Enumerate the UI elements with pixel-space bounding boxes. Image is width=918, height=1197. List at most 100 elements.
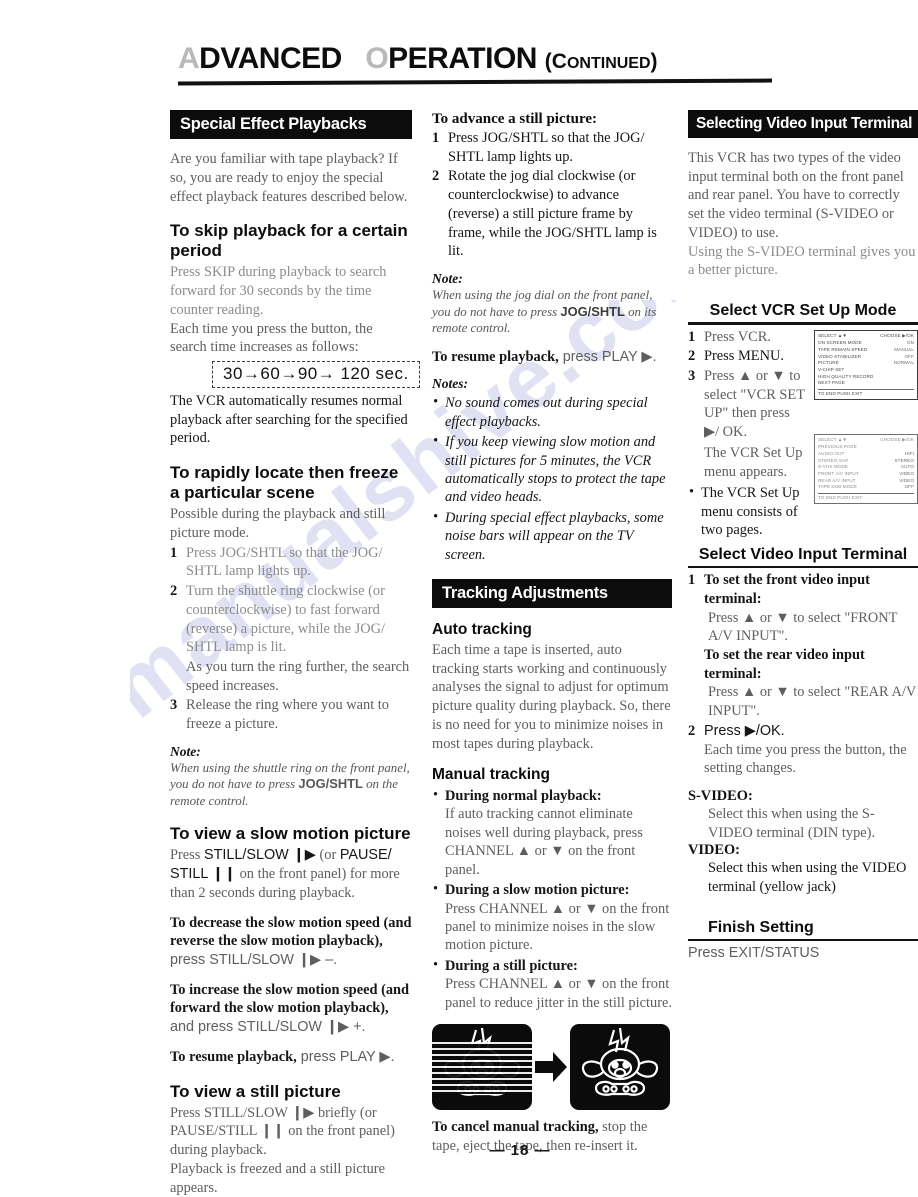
section-header-special-effect-playbacks: Special Effect Playbacks [170, 110, 412, 140]
list-item: During a slow motion picture: Press CHAN… [432, 880, 672, 955]
osd-row: V-CHIP SET [818, 366, 845, 372]
title-advanced: DVANCED [199, 42, 342, 75]
osd-row: TAPE REMAIN SPEED MANUAL [818, 346, 914, 352]
list-item: The VCR Set Up menu consists of two page… [688, 483, 806, 539]
slow-motion-body: Press STILL/SLOW ❙▶ (or PAUSE/ STILL ❙❙ … [170, 847, 400, 901]
character-outline-icon [581, 1027, 659, 1096]
page-number: — 18 — [489, 1142, 551, 1159]
list-item: During normal playback: If auto tracking… [432, 786, 672, 879]
osd-select-hint: SELECT ▲▼ [818, 436, 848, 442]
setup-bullet-list: The VCR Set Up menu consists of two page… [688, 483, 806, 539]
freeze-intro: Possible during the playback and still p… [170, 506, 386, 541]
video-input-intro-1: This VCR has two types of the video inpu… [688, 150, 904, 241]
osd-row: FRONT A/V INPUT VIDEO [818, 470, 914, 476]
notes-list: No sound comes out during special effect… [432, 393, 672, 564]
video-body: Select this when using the VIDEO termina… [708, 860, 907, 896]
heading-select-vcr-setup-mode: Select VCR Set Up Mode [709, 302, 897, 320]
list-item: 2 Press ▶/OK. Each time you press the bu… [688, 722, 918, 778]
list-item: No sound comes out during special effect… [432, 393, 672, 431]
heading-manual-tracking: Manual tracking [432, 766, 550, 784]
osd-footer: TO END PUSH EXIT [818, 388, 914, 398]
arrow-right-icon [534, 1050, 568, 1084]
freeze-steps-list: 1 Press JOG/SHTL so that the JOG/ SHTL la… [170, 544, 412, 734]
list-item: 3 Press ▲ or ▼ to select "VCR SET UP" the… [688, 368, 805, 441]
heading-auto-tracking: Auto tracking [432, 621, 532, 639]
heading-finish-setting: Finish Setting [708, 918, 814, 936]
osd-footer: TO END PUSH EXIT [818, 492, 914, 502]
osd-row: AUDIO OUT HIFI [818, 450, 914, 456]
page-title: ADVANCED OPERATION (CONTINUED) [178, 44, 778, 74]
list-item: 1 Press VCR. [688, 328, 771, 345]
terminal-step2-body: Each time you press the button, the sett… [704, 741, 907, 777]
title-faded-o: O [365, 42, 389, 75]
list-item: 3 Release the ring where you want to free… [170, 697, 390, 733]
auto-tracking-body: Each time a tape is inserted, auto track… [432, 641, 671, 752]
svideo-label: S-VIDEO: [688, 788, 753, 805]
osd-row: TAPE DUB MODE OFF [818, 484, 914, 490]
skip-paragraph-3: The VCR automatically resumes normal pla… [170, 392, 408, 447]
page-header: ADVANCED OPERATION (CONTINUED) [178, 44, 778, 86]
finish-setting-body: Press EXIT/STATUS [688, 945, 820, 962]
terminal-front-body: Press ▲ or ▼ to select "FRONT A/V INPUT"… [708, 609, 898, 645]
right-column: Selecting Video Input Terminal This VCR … [688, 110, 918, 963]
osd-menu-page-1: SELECT ▲▼ CHOOSE ▶/OK ON SCREEN MODE ON T… [814, 329, 918, 401]
left-column: Special Effect Playbacks Are you familia… [170, 110, 420, 1197]
osd-choose-hint: CHOOSE ▶/OK [880, 332, 914, 338]
list-item: During a still picture: Press CHANNEL ▲ … [432, 956, 672, 1012]
setup-menu-appears: The VCR Set Up menu appears. [704, 444, 803, 480]
video-label: VIDEO: [688, 842, 740, 859]
heading-skip-playback: To skip playback for a certain period [170, 221, 408, 261]
setup-steps-list: 1 Press VCR. 2 Press MENU. 3 Press ▲ or ▼ t… [688, 328, 806, 442]
list-item: 1 To set the front video input terminal:… [688, 571, 918, 721]
skip-time-sequence-box: 30→60→90→ 120 sec. [212, 360, 420, 388]
document-page: manualshive.com ADVANCED OPERATION (CONT… [0, 0, 918, 1196]
middle-column: To advance a still picture: 1 Press JOG/S… [432, 110, 672, 1156]
manual-item-body: Press CHANNEL ▲ or ▼ on the front panel … [445, 900, 670, 954]
heading-advance-still-picture: To advance a still picture: [432, 111, 598, 127]
svideo-body: Select this when using the S-VIDEO termi… [708, 806, 876, 841]
osd-menu-page-2: SELECT ▲▼ CHOOSE ▶/OK PREVIOUS PAGE AUDI… [814, 433, 918, 505]
resume-playback-mid: To resume playback, press PLAY ▶. [432, 348, 657, 365]
setup-steps-and-osd: 1 Press VCR. 2 Press MENU. 3 Press ▲ or ▼ t… [688, 328, 918, 540]
heading-select-video-input-terminal: Select Video Input Terminal [698, 545, 908, 563]
skip-paragraph-1: Press SKIP during playback to search for… [170, 264, 387, 318]
osd-row: REAR A/V INPUT VIDEO [818, 477, 914, 483]
special-effect-intro: Are you familiar with tape playback? If … [170, 151, 408, 205]
note-body: When using the shuttle ring on the front… [170, 760, 410, 808]
skip-paragraph-2: Each time you press the button, the sear… [170, 320, 373, 356]
osd-row: PICTURE NORMAL [818, 360, 914, 366]
manual-item-body: If auto tracking cannot eliminate noises… [445, 806, 643, 878]
terminal-rear-body: Press ▲ or ▼ to select "REAR A/V INPUT". [708, 684, 916, 720]
tv-screen-noisy [432, 1024, 532, 1111]
divider [688, 565, 918, 569]
list-item: 1 Press JOG/SHTL so that the JOG/ SHTL la… [432, 130, 645, 165]
manual-item-body: Press CHANNEL ▲ or ▼ on the front panel … [445, 976, 672, 1011]
note-label: Note: [432, 271, 463, 287]
manual-tracking-list: During normal playback: If auto tracking… [432, 786, 672, 1012]
video-input-intro-2: Using the S-VIDEO terminal gives you a b… [688, 243, 916, 279]
terminal-rear-title: To set the rear video input terminal: [704, 647, 865, 682]
list-item: 2 Press MENU. [688, 348, 784, 365]
still-picture-body-2: Playback is freezed and a still picture … [170, 1160, 385, 1196]
divider [688, 938, 918, 942]
title-continued: (CONTINUED) [544, 50, 658, 73]
noise-bars [432, 1042, 532, 1095]
title-operation: PERATION [388, 42, 537, 75]
notes-label: Notes: [432, 376, 468, 392]
note-body: When using the jog dial on the front pan… [432, 288, 657, 336]
heading-rapid-locate-freeze: To rapidly locate then freeze a particul… [170, 463, 399, 503]
osd-select-hint: SELECT ▲▼ [818, 332, 848, 338]
osd-row: PREVIOUS PAGE [818, 444, 857, 450]
tv-screen-clean [570, 1024, 670, 1111]
resume-playback-left: To resume playback, press PLAY ▶. [170, 1048, 395, 1065]
section-header-tracking-adjustments: Tracking Adjustments [432, 579, 672, 609]
osd-row: NEXT PAGE [818, 380, 845, 386]
terminal-steps-list: 1 To set the front video input terminal:… [688, 571, 918, 778]
increase-slow-motion: To increase the slow motion speed (and f… [170, 981, 410, 1036]
advance-steps-list: 1 Press JOG/SHTL so that the JOG/ SHTL la… [432, 129, 672, 261]
osd-row: STEREO SAP STEREO [818, 457, 914, 463]
title-faded-a: A [178, 42, 200, 75]
osd-row: VIDEO STABILIZER OFF [818, 353, 914, 359]
list-item: 2 Turn the shuttle ring clockwise (or cou… [170, 582, 412, 695]
osd-row: S-VHS MODE AUTO [818, 464, 914, 470]
